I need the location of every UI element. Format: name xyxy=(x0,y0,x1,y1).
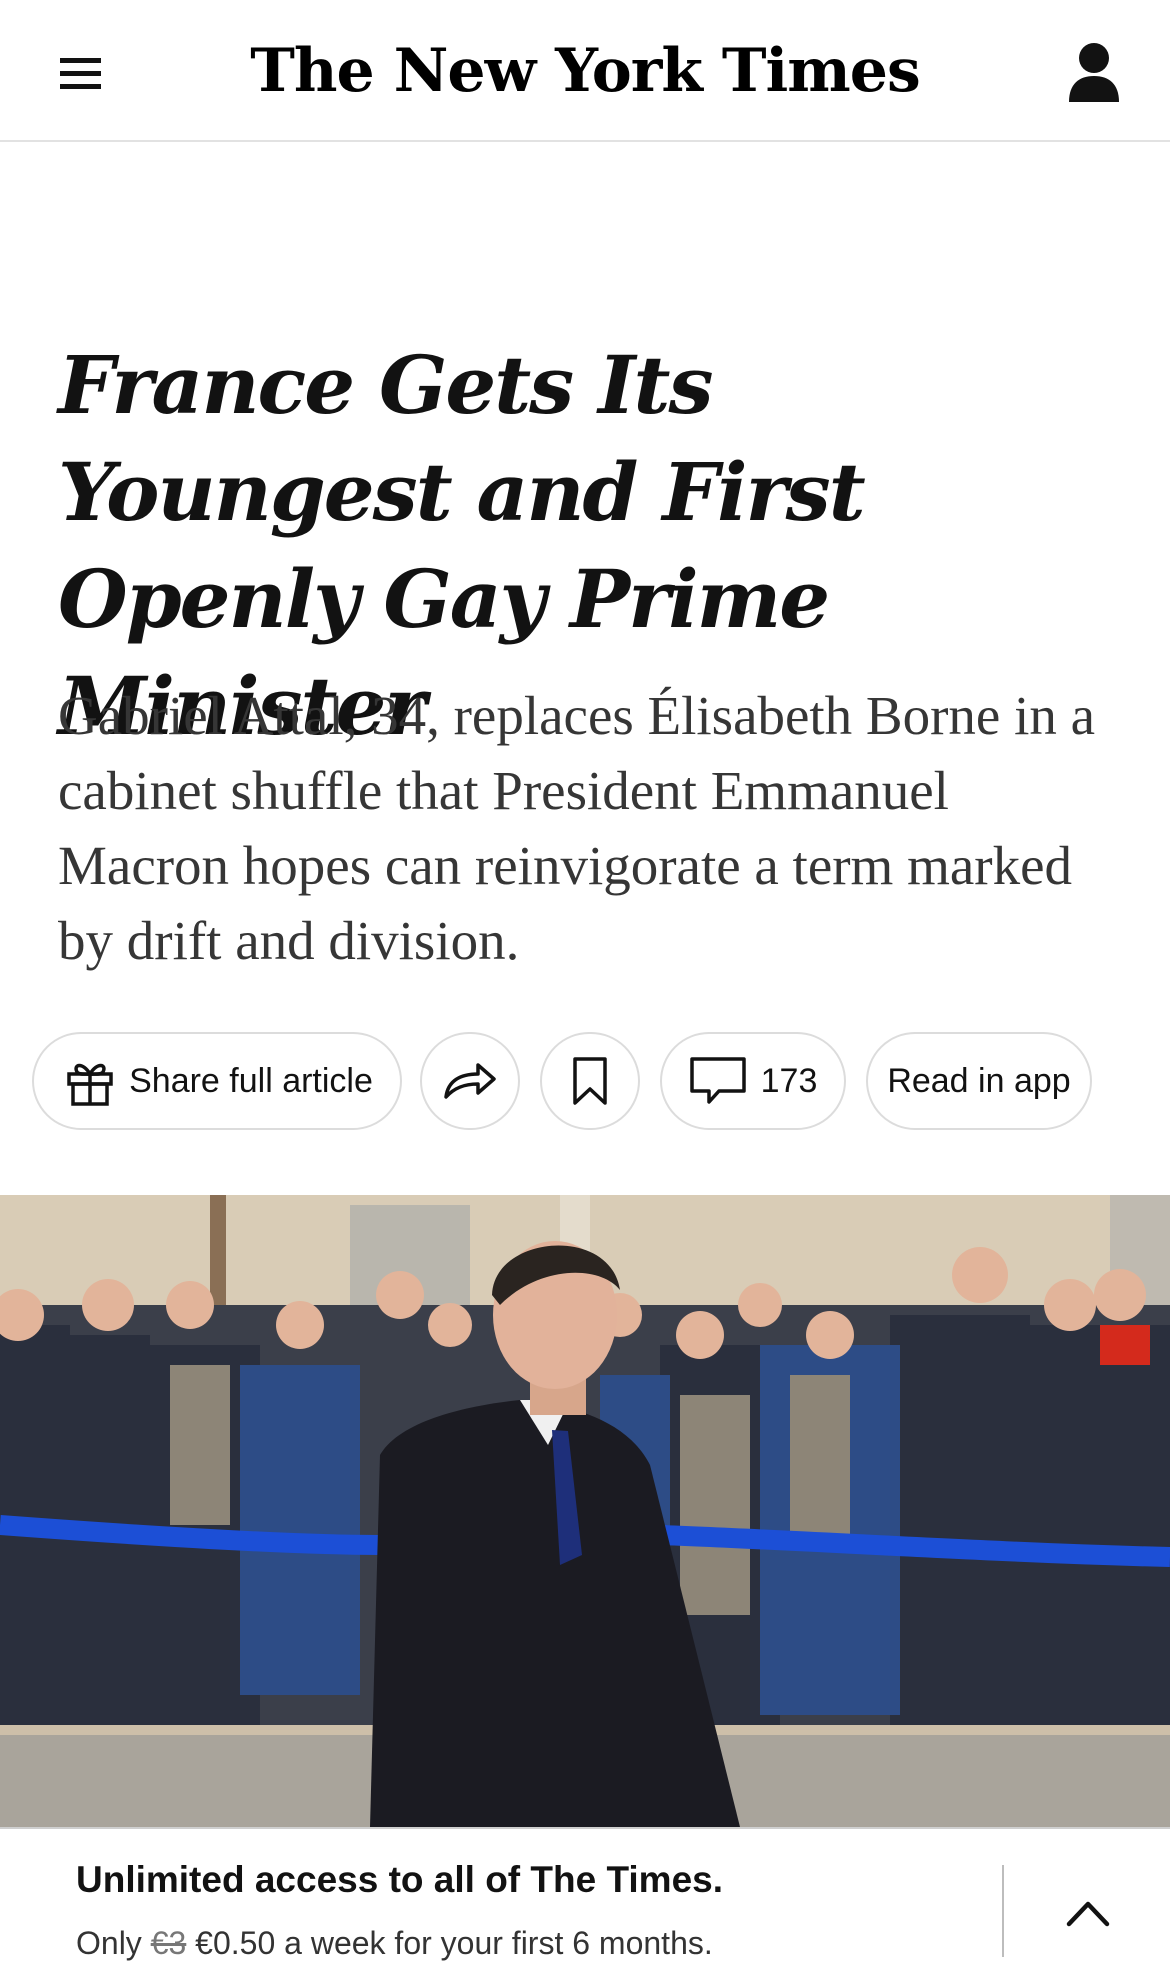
lead-photo-illustration xyxy=(0,1195,1170,1827)
banner-offer: Only €3 €0.50 a week for your first 6 mo… xyxy=(76,1925,713,1962)
gift-icon xyxy=(67,1063,113,1106)
old-price: €3 xyxy=(150,1925,187,1961)
share-button[interactable] xyxy=(420,1032,520,1130)
article-summary: Gabriel Attal, 34, replaces Élisabeth Bo… xyxy=(58,685,1096,971)
banner-title: Unlimited access to all of The Times. xyxy=(76,1859,724,1900)
person-icon xyxy=(1069,43,1119,102)
comments-button[interactable]: 173 xyxy=(660,1032,846,1130)
read-in-app-button[interactable]: Read in app xyxy=(866,1032,1092,1130)
masthead-logo[interactable]: The New York Times xyxy=(250,26,920,116)
bookmark-icon xyxy=(573,1057,607,1105)
share-arrow-icon xyxy=(444,1063,496,1099)
save-button[interactable] xyxy=(540,1032,640,1130)
menu-button[interactable] xyxy=(48,46,114,100)
chevron-up-icon xyxy=(1066,1901,1110,1927)
banner-divider xyxy=(1002,1865,1004,1957)
read-in-app-label: Read in app xyxy=(887,1061,1071,1100)
hamburger-menu-icon-bar xyxy=(60,70,101,76)
article-page: The New York Times France Gets Its Young… xyxy=(0,0,1170,1987)
article-actions: Share full article 173 Read in app xyxy=(32,1032,1142,1130)
hamburger-menu-icon-bar xyxy=(60,83,101,89)
offer-rest: €0.50 a week for your first 6 months. xyxy=(195,1925,713,1961)
expand-banner-button[interactable] xyxy=(1052,1877,1124,1949)
share-full-article-label: Share full article xyxy=(129,1061,373,1100)
comments-count: 173 xyxy=(760,1061,818,1100)
site-header: The New York Times xyxy=(0,0,1170,142)
share-full-article-button[interactable]: Share full article xyxy=(32,1032,402,1130)
hamburger-menu-icon xyxy=(60,57,101,63)
subscription-banner[interactable]: Unlimited access to all of The Times. On… xyxy=(0,1827,1170,1987)
comment-icon xyxy=(689,1057,746,1104)
offer-prefix: Only xyxy=(76,1925,142,1961)
account-button[interactable] xyxy=(1064,40,1124,106)
lead-photo xyxy=(0,1195,1170,1827)
